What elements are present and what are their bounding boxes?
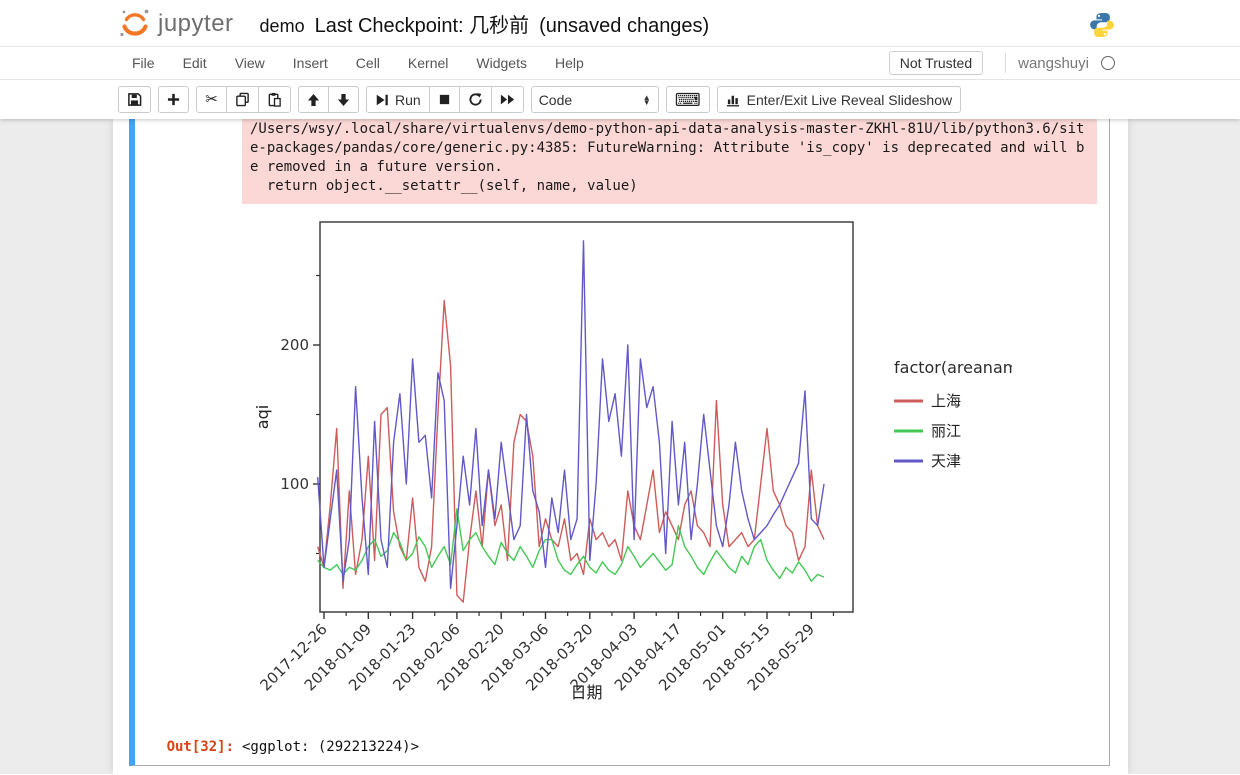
menu-kernel[interactable]: Kernel [394, 55, 462, 71]
stderr-output-row: object.__getattribute__(self, name) /Use… [135, 119, 1109, 204]
top-bar: jupyter demo Last Checkpoint: 几秒前 (unsav… [0, 0, 1240, 119]
jupyter-planet-icon [118, 7, 152, 39]
plot-output-row: 1002002017-12-262018-01-092018-01-232018… [135, 216, 1109, 716]
svg-text:200: 200 [280, 336, 309, 354]
cut-cell-button[interactable]: ✂ [196, 86, 227, 113]
stop-icon [438, 93, 451, 106]
svg-text:丽江: 丽江 [931, 422, 961, 440]
notebook-page: object.__getattribute__(self, name) /Use… [0, 119, 1240, 774]
menu-file[interactable]: File [118, 55, 169, 71]
notebook-name[interactable]: demo [260, 16, 305, 37]
stderr-output: object.__getattribute__(self, name) /Use… [242, 119, 1097, 204]
checkpoint-status: Last Checkpoint: 几秒前 [315, 9, 530, 38]
copy-icon [235, 92, 250, 107]
menu-insert[interactable]: Insert [279, 55, 342, 71]
add-cell-button[interactable] [158, 86, 189, 113]
divider [1005, 53, 1006, 73]
command-palette-button[interactable]: ⌨ [666, 86, 710, 113]
save-button[interactable] [118, 86, 151, 113]
scissors-icon: ✂ [205, 92, 218, 107]
restart-kernel-button[interactable] [459, 86, 492, 113]
result-output-row: Out[32]: <ggplot: (292213224)> [135, 738, 1109, 757]
interrupt-kernel-button[interactable] [429, 86, 460, 113]
toolbar: ✂ [0, 80, 1240, 119]
menu-right-group: Not Trusted wangshuyi [889, 51, 1115, 75]
jupyter-logo[interactable]: jupyter [118, 7, 234, 39]
keyboard-icon: ⌨ [675, 91, 701, 109]
menu-edit[interactable]: Edit [169, 55, 221, 71]
python-logo-icon [1087, 10, 1117, 40]
svg-text:上海: 上海 [931, 392, 961, 410]
menu-view[interactable]: View [221, 55, 279, 71]
selected-code-cell[interactable]: object.__getattribute__(self, name) /Use… [129, 119, 1110, 766]
menu-cell[interactable]: Cell [342, 55, 394, 71]
arrow-down-icon [337, 93, 350, 107]
header: jupyter demo Last Checkpoint: 几秒前 (unsav… [0, 0, 1240, 47]
move-cell-down-button[interactable] [328, 86, 359, 113]
logout-icon[interactable] [1101, 56, 1115, 70]
restart-icon [468, 92, 483, 107]
svg-text:aqi: aqi [253, 405, 272, 429]
cell-type-value: Code [539, 92, 572, 108]
restart-run-all-button[interactable] [491, 86, 524, 113]
run-cell-button[interactable]: Run [366, 86, 430, 113]
save-icon [127, 92, 142, 107]
move-cell-up-button[interactable] [298, 86, 329, 113]
notebook-container: object.__getattribute__(self, name) /Use… [113, 119, 1128, 774]
slideshow-label: Enter/Exit Live Reveal Slideshow [747, 92, 952, 108]
jupyter-wordmark: jupyter [158, 12, 234, 39]
menu-bar: File Edit View Insert Cell Kernel Widget… [0, 47, 1240, 80]
menu-widgets[interactable]: Widgets [462, 55, 541, 71]
not-trusted-button[interactable]: Not Trusted [889, 51, 983, 75]
arrow-up-icon [307, 93, 320, 107]
output-prompt-empty [135, 216, 242, 716]
copy-cell-button[interactable] [226, 86, 259, 113]
out-prompt: Out[32]: [135, 738, 242, 757]
paste-cell-button[interactable] [258, 86, 291, 113]
paste-icon [267, 92, 282, 107]
out-value: <ggplot: (292213224)> [242, 738, 1097, 757]
step-forward-icon [375, 93, 389, 107]
slideshow-button[interactable]: Enter/Exit Live Reveal Slideshow [717, 86, 961, 113]
fast-forward-icon [500, 93, 515, 106]
plus-icon [167, 93, 180, 106]
aqi-line-chart: 1002002017-12-262018-01-092018-01-232018… [242, 216, 1012, 711]
output-prompt-empty [135, 119, 242, 204]
svg-text:100: 100 [280, 475, 309, 493]
notebook-title[interactable]: demo Last Checkpoint: 几秒前 (unsaved chang… [260, 9, 710, 38]
select-arrows-icon: ▲▼ [643, 95, 651, 105]
run-label: Run [395, 92, 421, 108]
svg-text:factor(areaname): factor(areaname) [894, 358, 1012, 377]
cell-type-select[interactable]: Code ▲▼ [531, 86, 659, 113]
bar-chart-icon [726, 92, 741, 107]
username-label: wangshuyi [1018, 55, 1089, 72]
svg-text:日期: 日期 [570, 683, 602, 702]
unsaved-changes-label: (unsaved changes) [539, 15, 709, 38]
menu-help[interactable]: Help [541, 55, 598, 71]
svg-text:天津: 天津 [931, 452, 961, 470]
